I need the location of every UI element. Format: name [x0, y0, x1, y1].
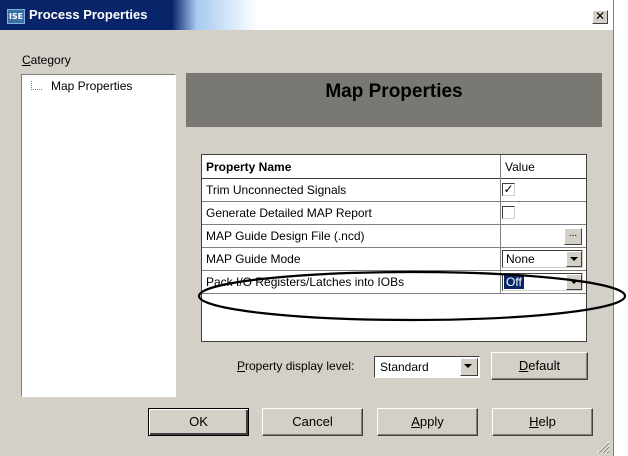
chevron-down-icon[interactable]	[460, 358, 478, 376]
close-button[interactable]: ✕	[592, 10, 608, 24]
help-button[interactable]: Help	[492, 408, 593, 436]
category-label-mnemonic: C	[22, 53, 31, 67]
property-name: Trim Unconnected Signals	[206, 183, 347, 197]
select-value: Off	[503, 274, 525, 290]
property-name: MAP Guide Mode	[206, 252, 301, 266]
table-row[interactable]: MAP Guide Mode None	[202, 248, 586, 271]
window-title: Process Properties	[29, 7, 148, 22]
column-divider	[500, 271, 501, 294]
ok-button[interactable]: OK	[148, 408, 249, 436]
display-level-label-rest: roperty display level:	[245, 359, 355, 373]
browse-file-button[interactable]: ...	[564, 228, 582, 245]
category-label-rest: ategory	[30, 53, 71, 67]
property-name: MAP Guide Design File (.ncd)	[206, 229, 365, 243]
cancel-button[interactable]: Cancel	[262, 408, 363, 436]
table-row[interactable]: MAP Guide Design File (.ncd) ...	[202, 225, 586, 248]
property-grid[interactable]: Property Name Value Trim Unconnected Sig…	[201, 154, 587, 342]
tree-connector-line	[31, 81, 42, 90]
title-bar[interactable]: ISE Process Properties ✕	[0, 0, 613, 30]
column-header-property-name: Property Name	[206, 160, 292, 174]
column-divider	[500, 225, 501, 248]
column-header-value: Value	[505, 160, 535, 174]
pack-io-registers-select[interactable]: Off	[502, 273, 583, 291]
section-title: Map Properties	[325, 81, 463, 102]
column-divider	[500, 155, 501, 179]
resize-grip-icon[interactable]	[596, 440, 610, 454]
table-row[interactable]: Pack I/O Registers/Latches into IOBs Off	[202, 271, 586, 294]
help-mnemonic: H	[529, 414, 539, 429]
help-label-rest: elp	[538, 414, 556, 429]
select-value: None	[506, 252, 535, 266]
display-level-mnemonic: P	[237, 359, 246, 373]
chevron-down-icon[interactable]	[566, 251, 582, 267]
ise-app-icon: ISE	[7, 9, 25, 24]
column-divider	[500, 248, 501, 271]
category-tree[interactable]: Map Properties	[21, 74, 176, 397]
grid-header-row: Property Name Value	[202, 155, 586, 179]
section-header: Map Properties	[186, 73, 602, 127]
column-divider	[500, 179, 501, 202]
property-name: Generate Detailed MAP Report	[206, 206, 372, 220]
tree-item-map-properties[interactable]: Map Properties	[51, 79, 132, 93]
category-label: Category	[22, 53, 71, 67]
detailed-map-report-checkbox[interactable]	[502, 206, 515, 219]
default-mnemonic: D	[518, 358, 529, 373]
process-properties-dialog: ISE Process Properties ✕ Category Map Pr…	[0, 0, 614, 456]
apply-mnemonic: A	[411, 414, 420, 429]
trim-unconnected-signals-checkbox[interactable]: ✓	[502, 183, 515, 196]
column-divider	[500, 202, 501, 225]
map-guide-mode-select[interactable]: None	[502, 250, 583, 268]
default-label-rest: efault	[528, 358, 561, 373]
chevron-down-icon[interactable]	[566, 274, 582, 290]
table-row[interactable]: Trim Unconnected Signals ✓	[202, 179, 586, 202]
display-level-label: Property display level:	[237, 359, 354, 373]
apply-button[interactable]: Apply	[377, 408, 478, 436]
property-name: Pack I/O Registers/Latches into IOBs	[206, 275, 405, 289]
table-row[interactable]: Generate Detailed MAP Report	[202, 202, 586, 225]
default-button[interactable]: Default	[491, 352, 588, 380]
select-value: Standard	[380, 360, 429, 374]
apply-label-rest: pply	[419, 414, 444, 429]
property-display-level-select[interactable]: Standard	[374, 356, 480, 378]
